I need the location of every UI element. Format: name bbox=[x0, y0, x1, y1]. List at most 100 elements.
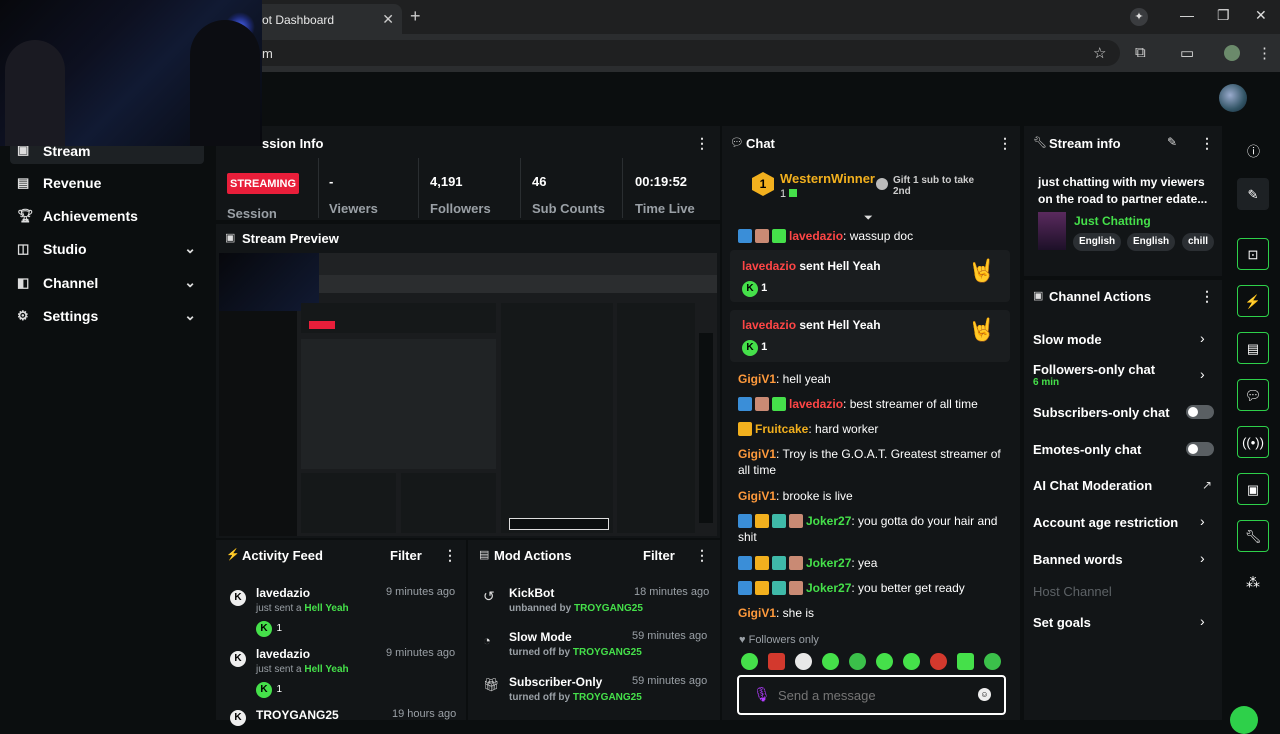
chat-user[interactable]: GigiV1 bbox=[738, 372, 776, 386]
chevron-right-icon[interactable]: › bbox=[1200, 550, 1205, 566]
more-options-icon[interactable]: ⋮ bbox=[443, 547, 457, 564]
emotes-only-row[interactable]: Emotes-only chat bbox=[1033, 442, 1141, 457]
emote-icon[interactable] bbox=[849, 653, 866, 670]
screenshot-icon[interactable]: ⊡ bbox=[1237, 238, 1269, 270]
gift-sub-prompt[interactable]: Gift 1 sub to take 2nd bbox=[893, 175, 993, 197]
feed-user[interactable]: lavedazio bbox=[256, 647, 310, 661]
mod-by[interactable]: TROYGANG25 bbox=[573, 692, 642, 703]
emote-icon[interactable] bbox=[903, 653, 920, 670]
sidebar-item-achievements[interactable]: 🏆︎ Achievements bbox=[10, 201, 204, 231]
pinned-sub-value: 1 bbox=[780, 188, 787, 200]
more-options-icon[interactable]: ⋮ bbox=[1200, 288, 1214, 305]
extensions-icon[interactable]: ⧉ bbox=[1135, 44, 1146, 61]
more-options-icon[interactable]: ⋮ bbox=[998, 135, 1012, 152]
more-options-icon[interactable]: ⋮ bbox=[695, 547, 709, 564]
tag-chip[interactable]: English bbox=[1073, 233, 1122, 251]
mod-by[interactable]: TROYGANG25 bbox=[573, 647, 642, 658]
emote-icon[interactable] bbox=[957, 653, 974, 670]
profile-icon[interactable] bbox=[1224, 45, 1240, 61]
banned-words-row[interactable]: Banned words bbox=[1033, 552, 1123, 567]
chat-user[interactable]: Joker27 bbox=[806, 556, 851, 570]
sidebar-item-revenue[interactable]: ▤ Revenue bbox=[10, 168, 204, 198]
chevron-right-icon[interactable]: › bbox=[1200, 513, 1205, 529]
connections-icon[interactable]: ⁂ bbox=[1246, 574, 1260, 591]
browser-tab[interactable]: ot Dashboard ✕ bbox=[250, 4, 402, 34]
followers-only-row[interactable]: Followers-only chat bbox=[1033, 362, 1155, 377]
notes-icon[interactable]: ▤ bbox=[1237, 332, 1269, 364]
chat-text: sent Hell Yeah bbox=[796, 318, 881, 332]
chat-user[interactable]: GigiV1 bbox=[738, 447, 776, 461]
category-link[interactable]: Just Chatting bbox=[1074, 214, 1151, 228]
more-options-icon[interactable]: ⋮ bbox=[695, 135, 709, 152]
emote-icon[interactable] bbox=[822, 653, 839, 670]
cast-icon[interactable]: ▭ bbox=[1180, 44, 1194, 62]
close-window-icon[interactable]: ✕ bbox=[1255, 7, 1267, 24]
chat-user[interactable]: lavedazio bbox=[789, 229, 843, 243]
wrench-icon[interactable]: 🔧︎ bbox=[1237, 520, 1269, 552]
emote-icon[interactable] bbox=[930, 653, 947, 670]
layout-icon[interactable]: ▣ bbox=[1237, 473, 1269, 505]
chat-user[interactable]: Fruitcake bbox=[755, 422, 808, 436]
tag-chip[interactable]: chill bbox=[1182, 233, 1215, 251]
bookmark-star-icon[interactable]: ☆ bbox=[1093, 44, 1106, 62]
chat-message-input[interactable] bbox=[778, 686, 968, 704]
emote-icon[interactable] bbox=[768, 653, 785, 670]
subscribers-only-toggle[interactable] bbox=[1186, 405, 1214, 419]
feed-user[interactable]: lavedazio bbox=[256, 586, 310, 600]
microphone-icon[interactable]: 🎙︎ bbox=[753, 686, 771, 703]
collapse-icon[interactable]: ⏷ bbox=[864, 212, 873, 225]
edit-icon[interactable]: ✎ bbox=[1167, 135, 1177, 149]
ai-moderation-row[interactable]: AI Chat Moderation bbox=[1033, 478, 1152, 493]
lightning-icon[interactable]: ⚡ bbox=[1237, 285, 1269, 317]
chat-user[interactable]: lavedazio bbox=[742, 318, 796, 332]
chat-user[interactable]: GigiV1 bbox=[738, 606, 776, 620]
emote-icon[interactable] bbox=[984, 653, 1001, 670]
new-tab-icon[interactable]: + bbox=[410, 6, 421, 27]
info-icon[interactable]: ⓘ bbox=[1247, 141, 1260, 160]
chat-user[interactable]: GigiV1 bbox=[738, 489, 776, 503]
ai-sparkle-icon[interactable]: ✦ bbox=[1130, 8, 1148, 26]
account-age-row[interactable]: Account age restriction bbox=[1033, 515, 1178, 530]
avatar[interactable] bbox=[1219, 84, 1247, 112]
gift-icon: 🎁︎ bbox=[483, 677, 500, 692]
external-link-icon[interactable]: ↗ bbox=[1202, 478, 1212, 492]
chat-user[interactable]: lavedazio bbox=[742, 259, 796, 273]
stream-preview-video[interactable] bbox=[219, 253, 717, 536]
emote-icon[interactable] bbox=[876, 653, 893, 670]
chat-user[interactable]: lavedazio bbox=[789, 397, 843, 411]
channel-icon: ◧ bbox=[17, 275, 30, 290]
subscribers-only-row[interactable]: Subscribers-only chat bbox=[1033, 405, 1170, 420]
chevron-right-icon[interactable]: › bbox=[1200, 613, 1205, 629]
emote-icon[interactable] bbox=[795, 653, 812, 670]
chat-user[interactable]: Joker27 bbox=[806, 514, 851, 528]
chevron-right-icon[interactable]: › bbox=[1200, 366, 1205, 382]
badge-icon bbox=[789, 581, 803, 595]
pinned-user[interactable]: WesternWinner bbox=[780, 171, 875, 186]
activity-filter-button[interactable]: Filter bbox=[390, 548, 422, 563]
edit-icon[interactable]: ✎ bbox=[1237, 178, 1269, 210]
chat-user[interactable]: Joker27 bbox=[806, 581, 851, 595]
sidebar-item-settings[interactable]: ⚙ Settings ⌄ bbox=[10, 301, 204, 331]
chevron-right-icon[interactable]: › bbox=[1200, 330, 1205, 346]
emotes-only-toggle[interactable] bbox=[1186, 442, 1214, 456]
category-thumbnail[interactable] bbox=[1038, 212, 1066, 250]
broadcast-icon[interactable]: ((•)) bbox=[1237, 426, 1269, 458]
tag-chip[interactable]: English bbox=[1127, 233, 1176, 251]
url-field[interactable]: m bbox=[250, 40, 1120, 66]
sidebar-item-studio[interactable]: ◫ Studio ⌄ bbox=[10, 234, 204, 264]
close-tab-icon[interactable]: ✕ bbox=[382, 11, 394, 28]
emoji-icon[interactable]: ☺ bbox=[978, 688, 991, 701]
sidebar-item-channel[interactable]: ◧ Channel ⌄ bbox=[10, 268, 204, 298]
slow-mode-row[interactable]: Slow mode bbox=[1033, 332, 1102, 347]
set-goals-row[interactable]: Set goals bbox=[1033, 615, 1091, 630]
browser-menu-icon[interactable]: ⋮ bbox=[1257, 44, 1272, 62]
chat-bubble-icon[interactable]: 💬︎ bbox=[1237, 379, 1269, 411]
support-chat-icon[interactable] bbox=[1230, 706, 1258, 734]
maximize-icon[interactable]: ❐ bbox=[1217, 7, 1230, 24]
more-options-icon[interactable]: ⋮ bbox=[1200, 135, 1214, 152]
mod-filter-button[interactable]: Filter bbox=[643, 548, 675, 563]
crown-badge-icon bbox=[755, 556, 769, 570]
mod-by[interactable]: TROYGANG25 bbox=[574, 603, 643, 614]
emote-icon[interactable] bbox=[741, 653, 758, 670]
minimize-icon[interactable]: — bbox=[1180, 7, 1194, 23]
